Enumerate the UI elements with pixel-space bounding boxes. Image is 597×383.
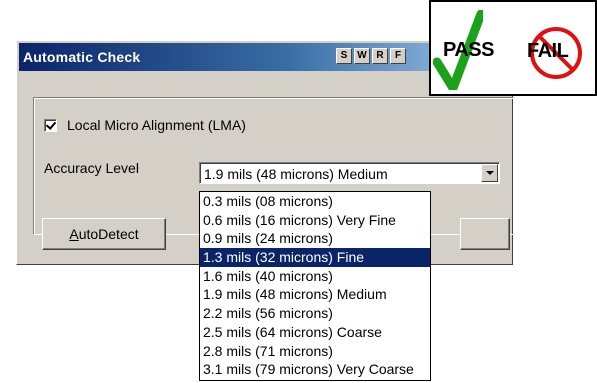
dropdown-option[interactable]: 0.9 mils (24 microns) bbox=[200, 229, 430, 248]
accuracy-level-combo[interactable]: 1.9 mils (48 microns) Medium bbox=[199, 162, 500, 184]
dialog-button-partial[interactable] bbox=[460, 218, 510, 250]
dropdown-option[interactable]: 1.3 mils (32 microns) Fine bbox=[200, 248, 430, 267]
title-button-w[interactable]: W bbox=[354, 48, 370, 64]
accuracy-level-dropdown[interactable]: 0.3 mils (08 microns) 0.6 mils (16 micron… bbox=[199, 191, 431, 381]
dropdown-option[interactable]: 2.8 mils (71 microns) bbox=[200, 342, 430, 361]
accuracy-level-label: Accuracy Level bbox=[44, 160, 139, 176]
lma-checkbox-label[interactable]: Local Micro Alignment (LMA) bbox=[67, 117, 246, 133]
fail-group: FAIL bbox=[523, 26, 589, 80]
dialog-title: Automatic Check bbox=[23, 49, 141, 65]
title-buttons: S W R F bbox=[336, 48, 406, 64]
autodetect-button[interactable]: AutoDetect bbox=[42, 218, 166, 250]
chevron-down-icon[interactable] bbox=[481, 164, 498, 182]
title-button-r[interactable]: R bbox=[372, 48, 388, 64]
dropdown-option[interactable]: 1.9 mils (48 microns) Medium bbox=[200, 285, 430, 304]
dropdown-option[interactable]: 1.6 mils (40 microns) bbox=[200, 267, 430, 286]
autodetect-label-rest: utoDetect bbox=[78, 226, 139, 242]
dropdown-option[interactable]: 0.6 mils (16 microns) Very Fine bbox=[200, 211, 430, 230]
pass-label: PASS bbox=[443, 39, 494, 61]
lma-checkbox[interactable] bbox=[44, 118, 57, 132]
title-button-s[interactable]: S bbox=[336, 48, 352, 64]
title-button-f[interactable]: F bbox=[390, 48, 406, 64]
pass-fail-badge: PASS FAIL bbox=[429, 0, 597, 96]
dropdown-option[interactable]: 2.2 mils (56 microns) bbox=[200, 304, 430, 323]
dropdown-option[interactable]: 3.1 mils (79 microns) Very Coarse bbox=[200, 360, 430, 379]
dropdown-option[interactable]: 2.5 mils (64 microns) Coarse bbox=[200, 323, 430, 342]
dropdown-option[interactable]: 0.3 mils (08 microns) bbox=[200, 192, 430, 211]
lma-checkbox-row[interactable]: Local Micro Alignment (LMA) bbox=[44, 117, 246, 133]
fail-label: FAIL bbox=[527, 40, 569, 62]
accuracy-level-value[interactable]: 1.9 mils (48 microns) Medium bbox=[204, 166, 388, 182]
